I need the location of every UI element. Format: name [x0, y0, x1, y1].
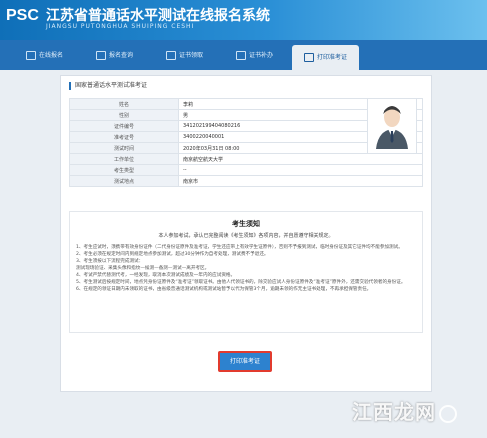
table-row: 测试地点 南京市 [69, 175, 423, 187]
search-icon [96, 51, 106, 60]
nav-item-label: 报名查询 [109, 52, 134, 59]
certificate-icon [166, 51, 176, 60]
nav-item-print-admission[interactable]: 打印准考证 [292, 45, 360, 70]
field-label: 考生类型 [69, 164, 179, 176]
notice-line: 6、在规定的领证日期内未领取的证书，由省级普通话测试机构或测试站暂予以代为保管3… [76, 287, 372, 292]
table-row: 工作单位 南京航空航天大学 [69, 153, 423, 165]
nav-item-certificate-collection[interactable]: 证书领取 [166, 48, 203, 64]
panel-title: 国家普通话水平测试准考证 [69, 82, 147, 90]
field-label: 测试时间 [69, 142, 179, 154]
field-label: 性别 [69, 109, 179, 121]
notice-line: 1、考生应试时，须携带有效身份证件（二代身份证原件及准考证，学生还应带上有效学生… [76, 245, 403, 250]
site-header: PSC 江苏省普通话水平测试在线报名系统 JIANGSU PUTONGHUA S… [0, 0, 487, 40]
document-icon [236, 51, 246, 60]
field-label: 测试地点 [69, 175, 179, 187]
field-label: 工作单位 [69, 153, 179, 165]
notice-body: 1、考生应试时，须携带有效身份证件（二代身份证原件及准考证，学生还应带上有效学生… [76, 244, 416, 293]
nav-item-label: 在线报名 [39, 52, 64, 59]
nav-item-certificate-reissue[interactable]: 证书补办 [236, 48, 273, 64]
admission-ticket-panel: 国家普通话水平测试准考证 姓名 李莉 性别男 证件编号 34120219940408… [60, 75, 432, 392]
nav-item-online-registration[interactable]: 在线报名 [26, 48, 63, 64]
nav-item-label: 证书补办 [249, 52, 274, 59]
site-title: 江苏省普通话水平测试在线报名系统 [46, 8, 270, 24]
notice-line: 2、考生必须在规定时间内到规定地点参加测试，超过30分钟作为自考处理，测试费不予… [76, 252, 269, 257]
field-label: 姓名 [69, 98, 179, 110]
notice-line: 3、考生须按以下流程完成测试： [76, 259, 144, 264]
field-value: -- [178, 164, 423, 176]
nav-item-registration-query[interactable]: 报名查询 [96, 48, 133, 64]
printer-icon [304, 53, 314, 62]
notice-line: 4、考试严禁代替测代考，一经发现，取消本次测试成绩及一年内的应试资格。 [76, 273, 236, 278]
nav-item-label: 证书领取 [179, 52, 204, 59]
notice-line: 5、考生测试后按规定时间，地点凭身份证原件及“准考证”领取证书。由他人代领证书的… [76, 280, 406, 285]
table-row: 考生类型 -- [69, 164, 423, 176]
main-nav: 在线报名 报名查询 证书领取 证书补办 打印准考证 [0, 40, 487, 70]
field-value: 南京市 [178, 175, 423, 187]
field-label: 准考证号 [69, 131, 179, 143]
notice-line: 测试现场验证、采集头像和指纹—候测—备测—测试—离开考区。 [76, 266, 210, 271]
print-admission-button[interactable]: 打印准考证 [218, 351, 272, 372]
nav-item-label: 打印准考证 [317, 54, 348, 61]
watermark-logo: 江西龙网 [352, 396, 457, 425]
field-value: 南京航空航天大学 [178, 153, 423, 165]
watermark-text: 江西龙网 [352, 400, 436, 424]
avatar-icon [376, 106, 408, 149]
pencil-icon [26, 51, 36, 60]
field-label: 证件编号 [69, 120, 179, 132]
candidate-notice: 考生须知 本人参加考试，承认已完整阅读《考生须知》各项内容，并自愿遵守相关规定。… [69, 211, 423, 333]
watermark-seal-icon [439, 404, 457, 423]
psc-logo: PSC [6, 7, 39, 24]
candidate-photo [367, 98, 417, 154]
notice-subtitle: 本人参加考试，承认已完整阅读《考生须知》各项内容，并自愿遵守相关规定。 [158, 233, 334, 239]
site-subtitle: JIANGSU PUTONGHUA SHUIPING CESHI [46, 23, 195, 30]
notice-title: 考生须知 [232, 220, 260, 228]
